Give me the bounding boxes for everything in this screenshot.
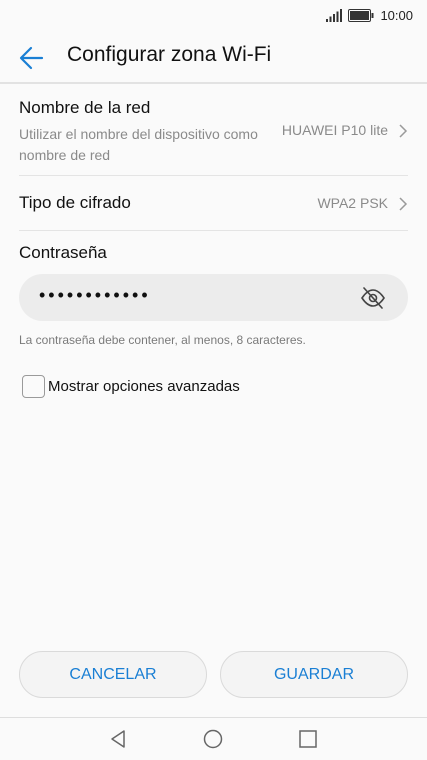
chevron-right-icon <box>399 124 408 138</box>
advanced-options-checkbox[interactable] <box>22 375 45 398</box>
chevron-right-icon <box>399 197 408 211</box>
divider <box>19 175 408 176</box>
arrow-left-icon <box>19 46 44 70</box>
app-bar: Configurar zona Wi-Fi <box>0 30 427 84</box>
password-hint: La contraseña debe contener, al menos, 8… <box>19 333 306 347</box>
cancel-button[interactable]: CANCELAR <box>19 651 207 698</box>
network-name-row[interactable]: Nombre de la red Utilizar el nombre del … <box>19 98 408 170</box>
eye-off-icon <box>361 287 385 309</box>
network-name-subtitle: Utilizar el nombre del dispositivo como … <box>19 126 258 163</box>
page-title: Configurar zona Wi-Fi <box>67 43 272 66</box>
save-button[interactable]: GUARDAR <box>220 651 408 698</box>
password-field[interactable]: •••••••••••• <box>19 274 408 321</box>
divider <box>19 230 408 231</box>
toggle-password-visibility-button[interactable] <box>360 285 386 311</box>
navigation-bar <box>0 717 427 760</box>
password-label-row: Contraseña <box>19 243 408 263</box>
battery-icon <box>348 8 374 22</box>
advanced-options-label[interactable]: Mostrar opciones avanzadas <box>48 378 240 395</box>
back-button[interactable] <box>14 40 50 76</box>
square-recent-icon <box>299 730 317 748</box>
network-name-title: Nombre de la red <box>19 98 151 117</box>
encryption-value: WPA2 PSK <box>317 195 388 211</box>
network-name-value: HUAWEI P10 lite <box>281 122 388 138</box>
nav-home-button[interactable] <box>202 728 224 750</box>
signal-icon <box>326 8 343 22</box>
password-input-value[interactable]: •••••••••••• <box>39 285 151 306</box>
status-time: 10:00 <box>380 7 413 23</box>
nav-recent-button[interactable] <box>297 728 319 750</box>
nav-back-button[interactable] <box>107 728 129 750</box>
circle-home-icon <box>203 729 223 749</box>
password-title: Contraseña <box>19 243 107 262</box>
encryption-row[interactable]: Tipo de cifrado WPA2 PSK <box>19 193 408 217</box>
status-bar: 10:00 <box>0 0 427 30</box>
triangle-back-icon <box>111 730 125 748</box>
